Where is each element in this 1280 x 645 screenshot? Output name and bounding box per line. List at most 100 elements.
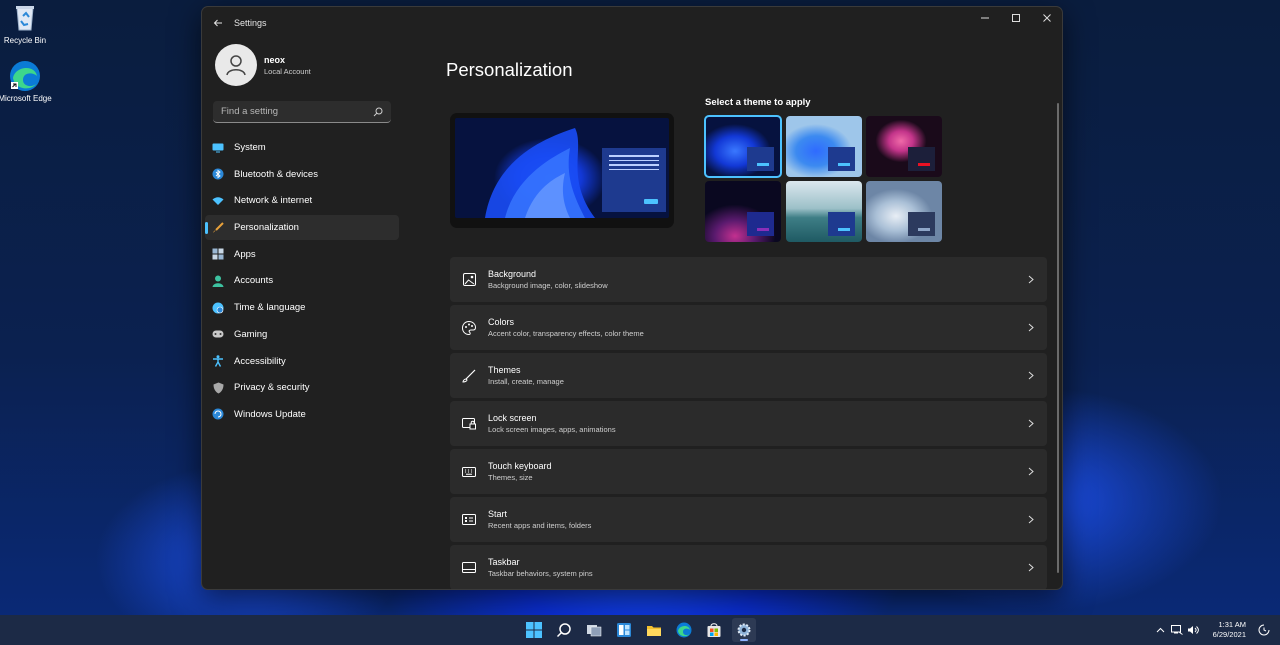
card-title: Touch keyboard: [488, 461, 552, 471]
card-lock-screen[interactable]: Lock screen Lock screen images, apps, an…: [450, 401, 1047, 446]
update-icon: [212, 408, 224, 420]
nav-item-personalization[interactable]: Personalization: [205, 215, 399, 241]
chevron-right-icon: [1015, 275, 1047, 284]
theme-tile-captured-motion[interactable]: [705, 181, 781, 242]
clock[interactable]: 1:31 AM 6/29/2021: [1213, 620, 1246, 640]
notifications-icon[interactable]: [1256, 624, 1272, 636]
edge-taskbar-button[interactable]: [672, 618, 696, 642]
nav-item-network[interactable]: Network & internet: [205, 188, 399, 213]
nav-item-privacy-security[interactable]: Privacy & security: [205, 375, 399, 400]
card-subtitle: Accent color, transparency effects, colo…: [488, 329, 644, 338]
back-button[interactable]: [202, 7, 234, 39]
desktop-icon-recycle-bin[interactable]: Recycle Bin: [0, 2, 55, 46]
minimize-button[interactable]: [969, 7, 1000, 29]
user-profile[interactable]: neox Local Account: [215, 44, 311, 86]
card-colors[interactable]: Colors Accent color, transparency effect…: [450, 305, 1047, 350]
card-subtitle: Lock screen images, apps, animations: [488, 425, 616, 434]
preview-window: [602, 148, 666, 212]
network-icon[interactable]: [1169, 625, 1185, 635]
nav-item-label: Windows Update: [234, 408, 306, 420]
nav-item-system[interactable]: System: [205, 135, 399, 160]
theme-tile-flow[interactable]: [866, 181, 942, 242]
nav-item-label: Privacy & security: [234, 382, 310, 394]
clock-time: 1:31 AM: [1218, 620, 1246, 629]
volume-icon[interactable]: [1185, 625, 1201, 635]
settings-window: Settings neox Local Account Find a setti…: [201, 6, 1063, 590]
start-button[interactable]: [522, 618, 546, 642]
chevron-right-icon: [1015, 467, 1047, 476]
gear-icon: [737, 623, 751, 637]
chevron-right-icon: [1015, 419, 1047, 428]
nav-item-windows-update[interactable]: Windows Update: [205, 402, 399, 427]
card-title: Background: [488, 269, 537, 279]
chevron-up-icon[interactable]: [1153, 627, 1169, 633]
card-title: Themes: [488, 365, 521, 375]
close-button[interactable]: [1031, 7, 1062, 29]
nav-item-apps[interactable]: Apps: [205, 242, 399, 267]
clock-date: 6/29/2021: [1212, 630, 1246, 639]
folder-icon: [647, 626, 661, 636]
nav-list: System Bluetooth & devices Network & int…: [205, 135, 399, 429]
desktop-icon-label: Recycle Bin: [3, 36, 47, 45]
nav-item-label: Time & language: [234, 302, 306, 314]
window-title: Settings: [234, 18, 267, 28]
store-button[interactable]: [702, 618, 726, 642]
chevron-right-icon: [1015, 563, 1047, 572]
card-title: Start: [488, 509, 508, 519]
card-title: Colors: [488, 317, 515, 327]
card-start[interactable]: Start Recent apps and items, folders: [450, 497, 1047, 542]
card-subtitle: Install, create, manage: [488, 377, 564, 386]
chevron-right-icon: [1015, 515, 1047, 524]
search-input[interactable]: Find a setting: [213, 101, 391, 123]
monitor-icon: [212, 142, 224, 154]
nav-item-time-language[interactable]: Time & language: [205, 295, 399, 320]
nav-item-accounts[interactable]: Accounts: [205, 268, 399, 293]
accessibility-icon: [212, 355, 224, 367]
nav-item-label: Accessibility: [234, 355, 286, 367]
settings-cards: Background Background image, color, slid…: [450, 257, 1047, 589]
nav-item-bluetooth[interactable]: Bluetooth & devices: [205, 162, 399, 187]
settings-taskbar-button[interactable]: [732, 618, 756, 642]
theme-preview-image: [455, 118, 669, 218]
search-placeholder: Find a setting: [221, 106, 279, 117]
theme-tile-bloom-light[interactable]: [786, 116, 862, 177]
desktop-icon-edge[interactable]: Microsoft Edge: [0, 60, 55, 104]
card-title: Taskbar: [488, 557, 520, 567]
nav-item-accessibility[interactable]: Accessibility: [205, 349, 399, 374]
card-taskbar[interactable]: Taskbar Taskbar behaviors, system pins: [450, 545, 1047, 589]
gamepad-icon: [212, 328, 224, 340]
theme-tile-sunrise[interactable]: [786, 181, 862, 242]
arrow-left-icon: [213, 19, 222, 27]
search-icon[interactable]: [373, 107, 383, 117]
image-icon: [450, 273, 488, 286]
nav-item-gaming[interactable]: Gaming: [205, 322, 399, 347]
maximize-icon: [1011, 14, 1020, 22]
card-title: Lock screen: [488, 413, 537, 423]
keyboard-icon: [450, 466, 488, 477]
theme-tile-glow[interactable]: [866, 116, 942, 177]
task-view-icon: [587, 625, 602, 637]
nav-item-label: System: [234, 142, 266, 153]
edge-icon: [9, 60, 41, 92]
search-icon: [556, 623, 571, 638]
chevron-right-icon: [1015, 323, 1047, 332]
maximize-button[interactable]: [1000, 7, 1031, 29]
card-themes[interactable]: Themes Install, create, manage: [450, 353, 1047, 398]
palette-icon: [450, 320, 488, 335]
nav-item-label: Network & internet: [234, 195, 313, 207]
scrollbar[interactable]: [1057, 103, 1059, 573]
brush-icon: [450, 369, 488, 383]
person-icon: [212, 275, 224, 287]
card-background[interactable]: Background Background image, color, slid…: [450, 257, 1047, 302]
widgets-button[interactable]: [612, 618, 636, 642]
card-subtitle: Taskbar behaviors, system pins: [488, 569, 593, 578]
chevron-right-icon: [1015, 371, 1047, 380]
file-explorer-button[interactable]: [642, 618, 666, 642]
task-view-button[interactable]: [582, 618, 606, 642]
avatar: [215, 44, 257, 86]
minimize-icon: [980, 17, 989, 19]
card-touch-keyboard[interactable]: Touch keyboard Themes, size: [450, 449, 1047, 494]
taskbar-search-button[interactable]: [552, 618, 576, 642]
nav-item-label: Apps: [234, 248, 256, 260]
theme-tile-bloom-dark[interactable]: [704, 115, 782, 178]
